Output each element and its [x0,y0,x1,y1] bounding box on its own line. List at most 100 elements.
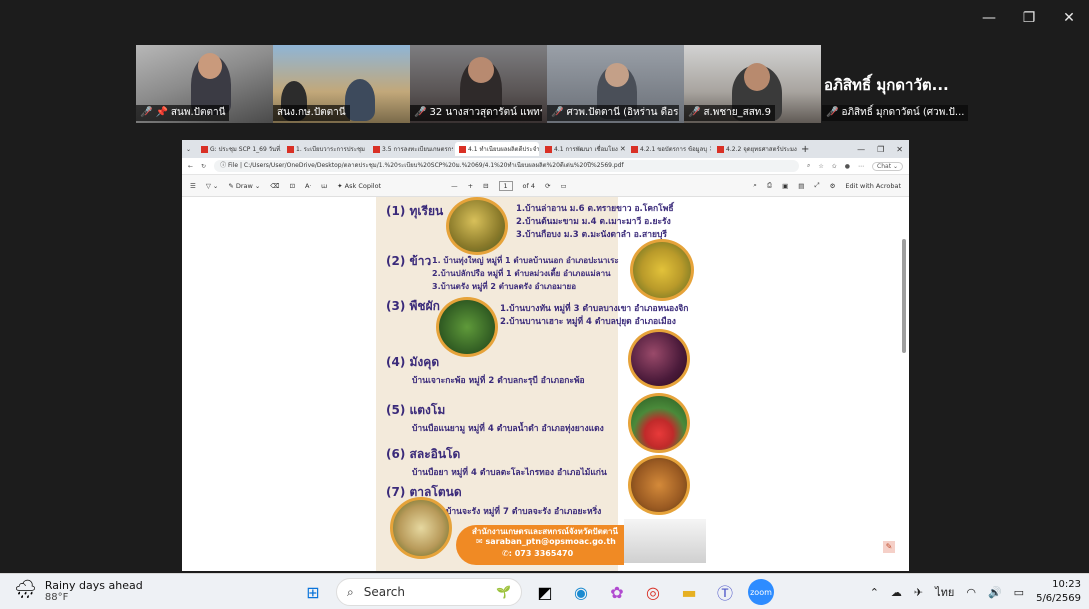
volume-icon[interactable]: 🔊 [988,586,1002,599]
onedrive-icon[interactable]: ☁ [891,586,902,599]
tab-title: 4.2.2 จุดยุทธศาสตร์ประมง [726,146,797,153]
restore-button[interactable]: ❐ [1009,8,1049,28]
back-icon[interactable]: ← [188,163,193,170]
windows-start-icon[interactable]: ⊞ [300,579,326,605]
clock-date: 5/6/2569 [1036,593,1081,604]
page-view-icon[interactable]: ▭ [560,182,566,190]
section-number: (2) [386,254,406,268]
fullscreen-icon[interactable]: ⤢ [814,181,819,190]
profile-avatar-icon[interactable]: ● [845,163,850,170]
tab-title: 1. ระเบียบวาระการประชุม [296,146,365,153]
zoom-icon[interactable]: zoom [748,579,774,605]
rotate-icon[interactable]: ⟳ [545,182,550,190]
section-title: สละอินโด [409,447,461,461]
text-icon[interactable]: ⊡ [290,182,295,190]
plant-icon: 🌱 [496,585,511,599]
browser-tab-active[interactable]: 4.1 ทำเนียบผลผลิตดีประจำ✕ [455,142,540,156]
window-controls: — ❐ ✕ [969,8,1089,28]
tab-menu-icon[interactable]: ⌄ [182,146,195,153]
pdf-annotate-icon[interactable]: ✎ [883,541,895,553]
browser-tab[interactable]: 4.2.2 จุดยุทธศาสตร์ประมง✕ [713,142,797,156]
contents-icon[interactable]: ☰ [190,182,196,190]
save-icon[interactable]: ▣ [782,182,788,190]
zoom-icon[interactable]: ⌕ [807,162,810,170]
copilot-icon[interactable]: ✿ [604,579,630,605]
print-icon[interactable]: ⎙ [767,181,772,190]
pin-icon: 📌 [155,107,168,118]
search-icon[interactable]: ⌕ [753,181,757,190]
scrollbar-thumb[interactable] [902,239,906,353]
tab-title: 4.1 การพัฒนา เชื่อมโยง [554,146,618,153]
participant-tile[interactable]: 🎤̸ ศวพ.ปัตตานี (อิหร่าน ดือร... [547,45,684,123]
office-photo [624,519,706,563]
speaker-label: อภิสิทธิ์ มุกดาวัตน์ (ศวพ.ปั... [841,107,965,118]
close-tab-icon[interactable]: ✕ [709,145,711,153]
erase-icon[interactable]: ⌫ [270,182,279,190]
close-button[interactable]: ✕ [1049,8,1089,28]
email-icon: ✉ [476,537,486,546]
browser-tab[interactable]: G: ประชุม SCP 1_69 วันที่...✕ [197,142,281,156]
read-aloud-icon[interactable]: Aᐧ [305,182,311,190]
speaker-tile[interactable]: อภิสิทธิ์ มุกดาวัต... 🎤̸ อภิสิทธิ์ มุกดาว… [818,45,969,123]
weather-widget[interactable]: 🌧 Rainy days ahead 88°F [14,579,143,603]
scrollbar[interactable] [902,201,907,565]
edge-icon[interactable]: ◉ [568,579,594,605]
pdf-icon [545,145,553,153]
browser-tab[interactable]: 1. ระเบียบวาระการประชุม✕ [283,142,367,156]
settings-icon[interactable]: ⚙ [830,182,836,190]
browser-tab[interactable]: 4.1 การพัฒนา เชื่อมโยง ✕ [541,142,625,156]
more-icon[interactable]: ⋯ [858,163,864,170]
participant-tile-active[interactable]: สนง.กษ.ปัตตานี [273,45,410,123]
draw-label: Draw [235,181,253,190]
participant-tile[interactable]: 🎤̸32 นางสาวสุดารัตน์ แพทร... [410,45,547,123]
ask-copilot-button[interactable]: ✦ Ask Copilot [337,182,381,190]
favorites-bar-icon[interactable]: ✩ [832,163,837,170]
pdf-icon [201,145,209,153]
copilot-chat-button[interactable]: Chat ⌄ [872,161,903,171]
participant-tile[interactable]: 🎤̸ 📌 สนพ.ปัตตานี [136,45,273,123]
mic-off-icon: 🎤̸ [551,107,564,118]
draw-icon[interactable]: ✎ Draw ⌄ [228,182,260,190]
mangosteen-image [628,329,690,389]
favorite-icon[interactable]: ☆ [818,163,823,170]
minimize-button[interactable]: — [969,8,1009,28]
pdf-page: (1) ทุเรียน 1.บ้านล่าอาน ม.6 ต.ทรายขาว อ… [376,197,706,571]
refresh-icon[interactable]: ↻ [201,163,206,170]
participant-tile[interactable]: 🎤̸ ส.พชาย_สสท.9 [684,45,821,123]
participant-name: ศวพ.ปัตตานี (อิหร่าน ดือร... [566,107,679,118]
clock[interactable]: 10:23 5/6/2569 [1036,578,1081,606]
highlight-icon[interactable]: ▽ ⌄ [206,182,219,190]
browser-close-icon[interactable]: ✕ [896,145,903,154]
save-as-icon[interactable]: ▤ [798,182,804,190]
page-number-input[interactable]: 1 [498,180,513,191]
tab-title: G: ประชุม SCP 1_69 วันที่... [210,146,282,153]
mic-off-icon: 🎤̸ [688,107,701,118]
battery-icon[interactable]: ▭ [1014,586,1024,599]
wifi-icon[interactable]: ◠ [966,586,976,599]
task-view-icon[interactable]: ◩ [532,579,558,605]
watermelon-image [628,393,690,453]
chevron-up-icon[interactable]: ⌃ [870,586,879,599]
file-explorer-icon[interactable]: ▬ [676,579,702,605]
close-tab-icon[interactable]: ✕ [620,145,625,153]
url-field[interactable]: ⓘ File | C:/Users/User/OneDrive/Desktop/… [214,160,799,172]
browser-tab[interactable]: 3.5 การลงทะเบียนเกษตรกร✕ [369,142,453,156]
chrome-icon[interactable]: ◎ [640,579,666,605]
pdf-viewer: (1) ทุเรียน 1.บ้านล่าอาน ม.6 ต.ทรายขาว อ… [182,197,909,571]
mic-off-icon: 🎤̸ [414,107,427,118]
new-tab-button[interactable]: + [801,144,809,155]
browser-minimize-icon[interactable]: — [857,145,865,154]
fit-page-icon[interactable]: ⊟ [483,182,488,190]
zoom-in-icon[interactable]: + [468,182,473,190]
edit-with-acrobat-button[interactable]: Edit with Acrobat [845,182,901,190]
browser-restore-icon[interactable]: ❐ [877,145,884,154]
zoom-out-icon[interactable]: — [451,182,458,190]
browser-tab[interactable]: 4.2.1 ขอบัตรการ ข้อมูลบุ✕ [627,142,711,156]
taskbar-search[interactable]: ⌕ Search 🌱 [336,578,522,606]
section-line: 2.บ้านปลักปรือ หมู่ที่ 1 ตำบลม่วงเตี้ย อ… [432,269,611,278]
input-language[interactable]: ไทย [935,583,954,601]
network-status-icon[interactable]: ✈ [914,586,923,599]
translate-icon[interactable]: ꭐ [321,181,327,190]
section-number: (5) [386,403,406,417]
teams-icon[interactable]: Ⓣ [712,579,738,605]
